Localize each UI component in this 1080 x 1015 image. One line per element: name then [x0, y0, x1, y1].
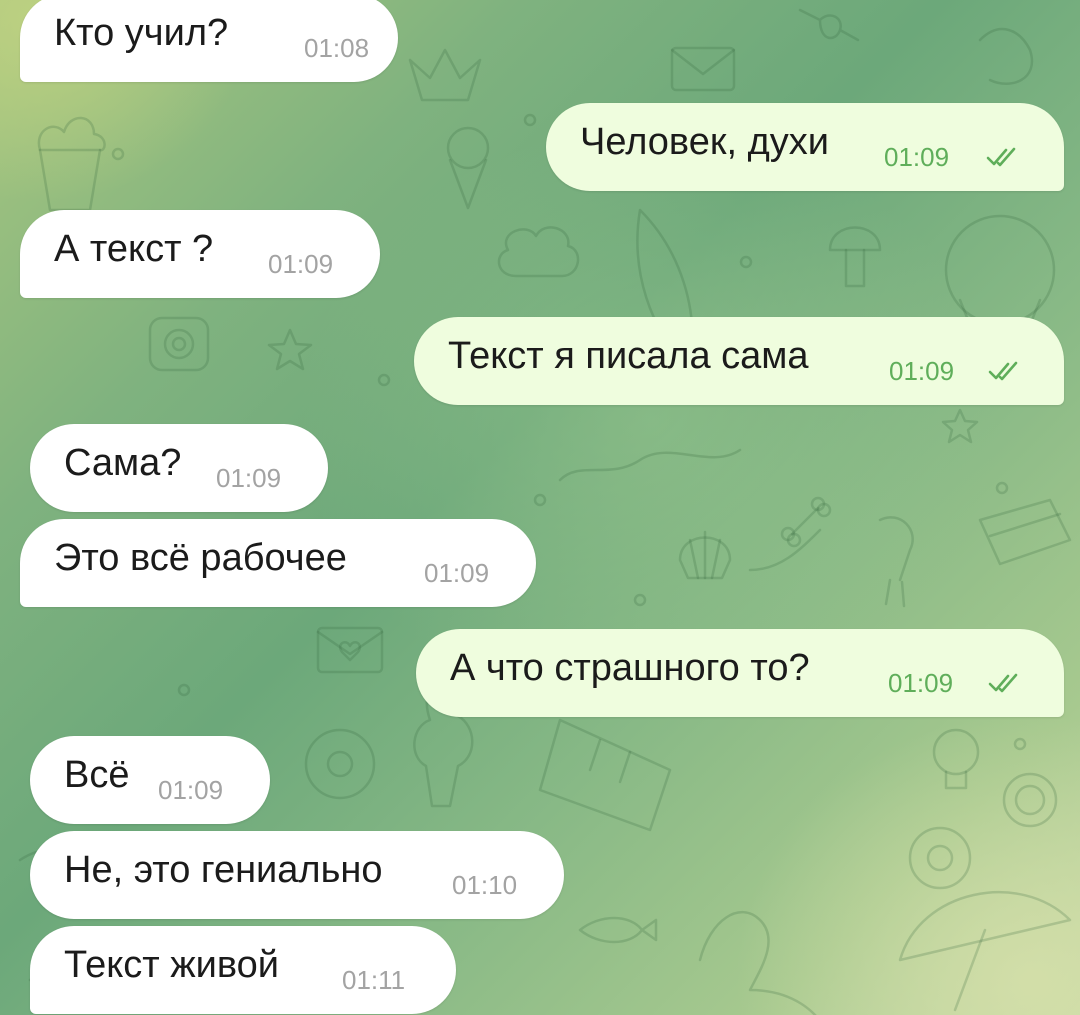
message-time: 01:11 [342, 965, 406, 995]
message-bubble-outgoing[interactable]: Текст я писала сама 01:09 [414, 317, 1064, 405]
message-time: 01:09 [158, 775, 224, 805]
message-bubble-outgoing[interactable]: А что страшного то? 01:09 [416, 629, 1064, 717]
message-time: 01:09 [268, 249, 334, 279]
message-text: Текст живой [64, 944, 279, 986]
message-text: Человек, духи [580, 121, 829, 163]
message-time: 01:09 [889, 356, 955, 386]
message-time: 01:09 [884, 142, 950, 172]
message-bubble-incoming[interactable]: А текст ? 01:09 [20, 210, 380, 298]
read-double-check-icon [988, 361, 1018, 381]
message-text: А текст ? [54, 228, 214, 270]
message-text: Всё [64, 754, 130, 796]
message-bubble-outgoing[interactable]: Человек, духи 01:09 [546, 103, 1064, 191]
message-text: А что страшного то? [450, 647, 810, 689]
message-time: 01:09 [888, 668, 954, 698]
message-text: Кто учил? [54, 12, 229, 54]
message-time: 01:09 [424, 558, 490, 588]
read-double-check-icon [988, 673, 1018, 693]
message-text: Не, это гениально [64, 849, 383, 891]
message-bubble-incoming[interactable]: Текст живой 01:11 [30, 926, 456, 1014]
message-bubble-incoming[interactable]: Это всё рабочее 01:09 [20, 519, 536, 607]
chat-background: Кто учил? 01:08 Человек, духи 01:09 А те… [0, 0, 1080, 1015]
message-time: 01:10 [452, 870, 518, 900]
message-time: 01:09 [216, 463, 282, 493]
message-time: 01:08 [304, 33, 370, 63]
message-bubble-incoming[interactable]: Не, это гениально 01:10 [30, 831, 564, 919]
message-bubble-incoming[interactable]: Кто учил? 01:08 [20, 0, 398, 82]
message-bubble-incoming[interactable]: Сама? 01:09 [30, 424, 328, 512]
message-text: Это всё рабочее [54, 537, 347, 579]
read-double-check-icon [986, 147, 1016, 167]
message-text: Текст я писала сама [448, 335, 809, 377]
message-bubble-incoming[interactable]: Всё 01:09 [30, 736, 270, 824]
message-text: Сама? [64, 442, 182, 484]
